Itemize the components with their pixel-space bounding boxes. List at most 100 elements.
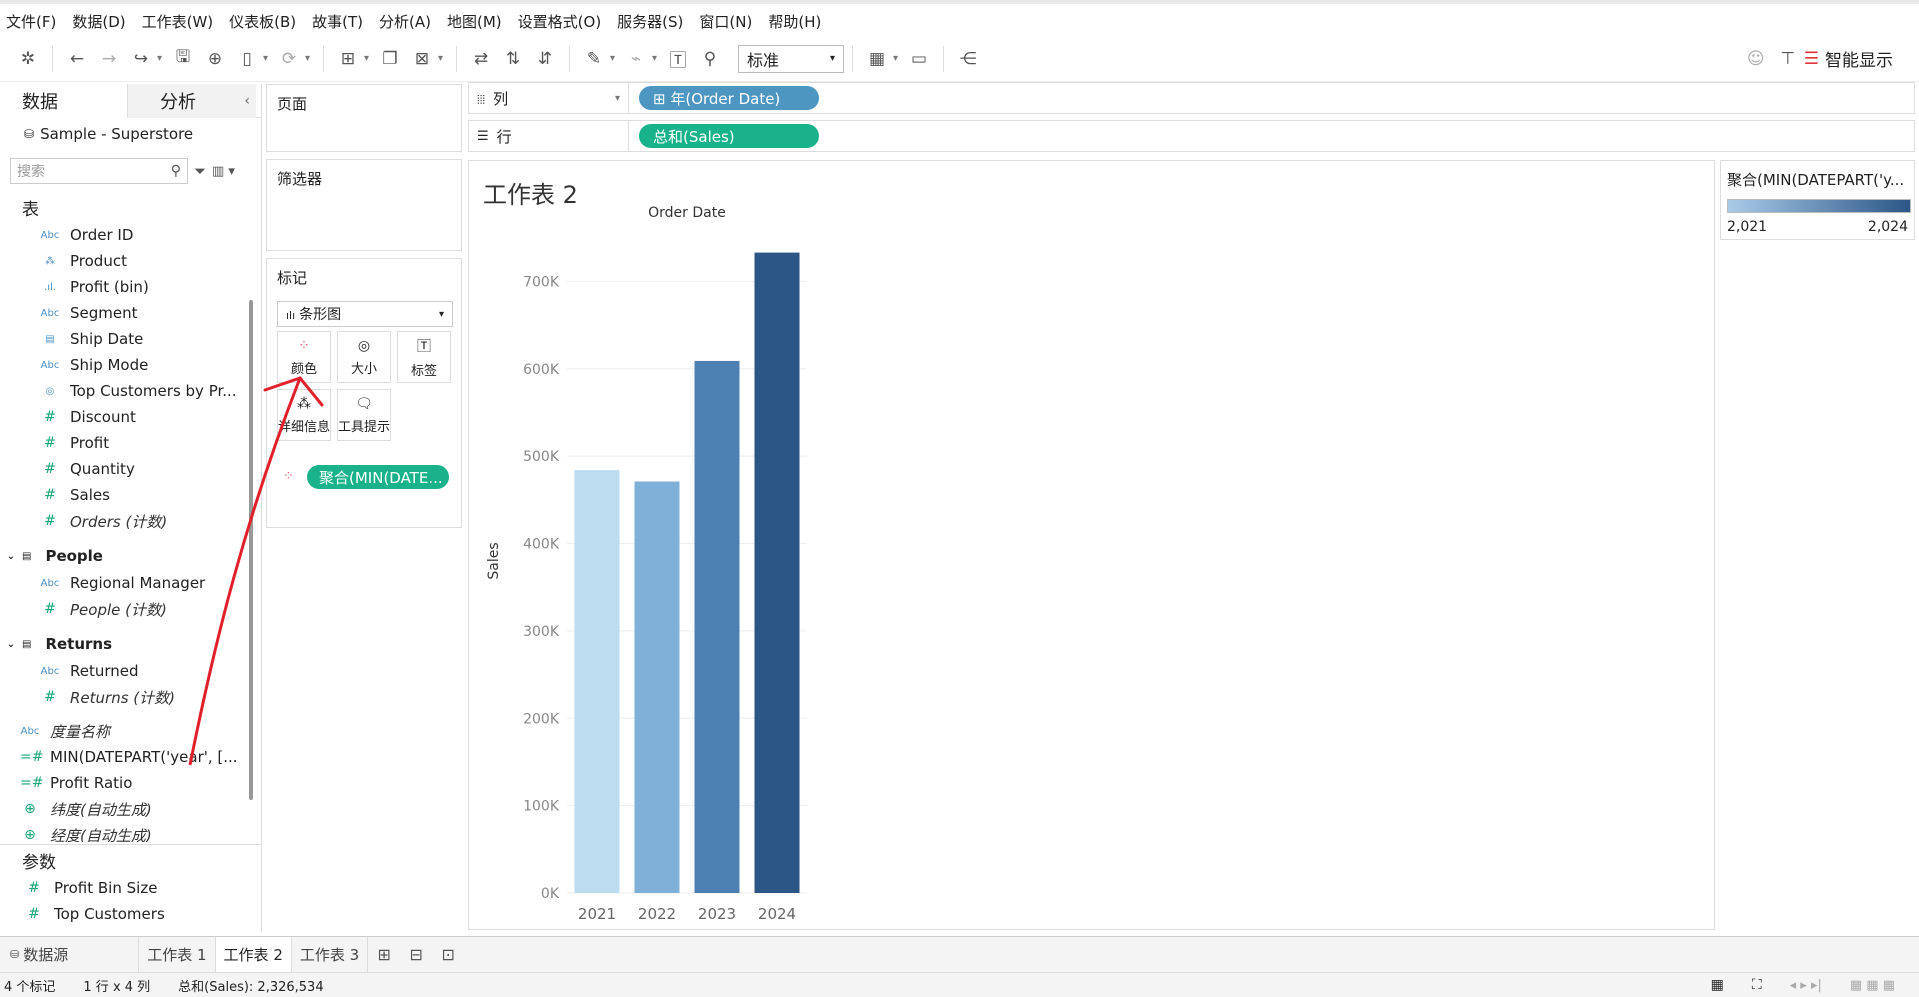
detail-button[interactable]: ⁂ 详细信息: [277, 389, 331, 441]
columns-pill[interactable]: ⊞ 年(Order Date): [639, 86, 819, 110]
chevron-down-icon[interactable]: ▾: [364, 53, 374, 64]
view-options-icon[interactable]: ▥ ▾: [212, 164, 235, 179]
fit-select[interactable]: 标准 ▾: [738, 44, 844, 73]
pin-icon[interactable]: ⚲: [694, 43, 726, 75]
tab-sheet-1[interactable]: 工作表 1: [139, 936, 216, 973]
bar[interactable]: [574, 470, 620, 893]
redo-icon[interactable]: →: [93, 43, 125, 75]
sort-descending-icon[interactable]: ⇵: [529, 43, 561, 75]
columns-shelf[interactable]: ⦙⦙⦙ 列 ▾ ⊞ 年(Order Date): [468, 82, 1915, 114]
chevron-down-icon[interactable]: ▾: [157, 53, 167, 64]
save-icon[interactable]: 🖫: [167, 43, 199, 75]
tab-sheet-2[interactable]: 工作表 2: [215, 936, 292, 973]
menu-window[interactable]: 窗口(N): [699, 11, 752, 32]
group-returns[interactable]: ⌄ ▤ Returns: [0, 630, 248, 658]
chevron-down-icon[interactable]: ▾: [893, 53, 903, 64]
label-button[interactable]: 🅃 标签: [397, 331, 451, 383]
share-icon[interactable]: ⋲: [952, 43, 984, 75]
field-item[interactable]: ⁂ Product: [40, 248, 248, 274]
bar-chart[interactable]: Order Date 0K 100K 200K 300K 400K 500K 600K 700K…: [469, 161, 1716, 931]
menu-analysis[interactable]: 分析(A): [379, 11, 431, 32]
field-item[interactable]: Abc Regional Manager: [40, 570, 248, 596]
replay-icon[interactable]: ↪: [125, 43, 157, 75]
undo-icon[interactable]: ←: [61, 43, 93, 75]
new-sheet-icon[interactable]: ⊞: [368, 937, 400, 973]
bar[interactable]: [634, 481, 680, 893]
chevron-down-icon[interactable]: ▾: [263, 53, 273, 64]
pages-shelf[interactable]: 页面: [266, 84, 462, 152]
chevron-down-icon[interactable]: ⌄: [0, 639, 22, 650]
field-item[interactable]: Abc Returned: [40, 658, 248, 684]
fit-icon[interactable]: ⛶: [1752, 977, 1762, 993]
field-item[interactable]: # Returns (计数): [40, 684, 248, 710]
menu-map[interactable]: 地图(M): [447, 11, 502, 32]
size-button[interactable]: ◎ 大小: [337, 331, 391, 383]
new-worksheet-icon[interactable]: ⊞: [332, 43, 364, 75]
group-people[interactable]: ⌄ ▤ People: [0, 542, 248, 570]
paint-roller-icon[interactable]: ⊤: [1772, 43, 1804, 75]
filters-shelf[interactable]: 筛选器: [266, 159, 462, 251]
sheet-sorter-icon[interactable]: ▦ ▦ ▦: [1850, 978, 1895, 993]
sort-ascending-icon[interactable]: ⇅: [497, 43, 529, 75]
chevron-down-icon[interactable]: ⌄: [0, 551, 22, 562]
field-item[interactable]: # Discount: [40, 404, 248, 430]
swap-icon[interactable]: ⇄: [465, 43, 497, 75]
datasource-icon[interactable]: ▯: [231, 43, 263, 75]
nav-arrows-icon[interactable]: ◂ ▸ ▸|: [1790, 978, 1822, 993]
worksheet-view[interactable]: 工作表 2 Order Date 0K 100K 200K 300K 400K 500K 60…: [468, 160, 1715, 930]
smart-show-button[interactable]: ☰ 智能显示: [1804, 46, 1893, 72]
show-labels-icon[interactable]: 🅃: [662, 43, 694, 75]
grid-view-icon[interactable]: ▦: [1711, 977, 1724, 993]
mark-type-select[interactable]: ılı 条形图 ▾: [277, 301, 453, 327]
field-item[interactable]: Abc Order ID: [40, 222, 248, 248]
data-pane-scrollbar[interactable]: [249, 300, 253, 800]
chevron-down-icon[interactable]: ▾: [438, 53, 448, 64]
field-item[interactable]: ⊕ 纬度(自动生成): [20, 796, 248, 822]
rows-shelf[interactable]: ☰ 行 总和(Sales): [468, 120, 1915, 152]
color-button[interactable]: ⁘ 颜色: [277, 331, 331, 383]
field-item[interactable]: Abc Segment: [40, 300, 248, 326]
tab-analysis[interactable]: 分析 ‹: [128, 84, 256, 118]
group-icon[interactable]: ⌁: [620, 43, 652, 75]
bar[interactable]: [694, 360, 740, 893]
new-datasource-icon[interactable]: ⊕: [199, 43, 231, 75]
field-item[interactable]: Abc Ship Mode: [40, 352, 248, 378]
field-item[interactable]: # Orders (计数): [40, 508, 248, 534]
menu-format[interactable]: 设置格式(O): [518, 11, 602, 32]
rows-pill[interactable]: 总和(Sales): [639, 124, 819, 148]
new-story-icon[interactable]: ⊡: [432, 937, 464, 973]
menu-help[interactable]: 帮助(H): [768, 11, 821, 32]
menu-dashboard[interactable]: 仪表板(B): [229, 11, 296, 32]
datasource-item[interactable]: ⛁ Sample - Superstore: [0, 118, 261, 150]
tableau-logo-icon[interactable]: ✲: [12, 43, 44, 75]
chevron-down-icon[interactable]: ▾: [610, 53, 620, 64]
field-item[interactable]: # Quantity: [40, 456, 248, 482]
field-item[interactable]: Abc 度量名称: [20, 718, 248, 744]
show-cards-icon[interactable]: ▦: [861, 43, 893, 75]
menu-server[interactable]: 服务器(S): [617, 11, 683, 32]
presentation-icon[interactable]: ▭: [903, 43, 935, 75]
new-dashboard-icon[interactable]: ⊟: [400, 937, 432, 973]
tooltip-button[interactable]: 🗨 工具提示: [337, 389, 391, 441]
field-item[interactable]: ⊕ 经度(自动生成): [20, 822, 248, 843]
search-input[interactable]: 搜索 ⚲: [10, 158, 188, 184]
collapse-pane-icon[interactable]: ‹: [244, 93, 250, 109]
chevron-down-icon[interactable]: ▾: [615, 93, 620, 104]
color-field-pill[interactable]: 聚合(MIN(DATE...: [307, 465, 449, 489]
color-legend[interactable]: 聚合(MIN(DATEPART('y... 2,021 2,024: [1720, 160, 1915, 240]
chevron-down-icon[interactable]: ▾: [305, 53, 315, 64]
field-item[interactable]: # Profit: [40, 430, 248, 456]
tab-sheet-3[interactable]: 工作表 3: [292, 936, 369, 973]
duplicate-icon[interactable]: ❐: [374, 43, 406, 75]
field-item[interactable]: ▤ Ship Date: [40, 326, 248, 352]
menu-data[interactable]: 数据(D): [72, 11, 125, 32]
clear-sheet-icon[interactable]: ⊠: [406, 43, 438, 75]
field-item[interactable]: # People (计数): [40, 596, 248, 622]
tab-datasource[interactable]: ⛁ 数据源: [0, 936, 140, 973]
field-item[interactable]: ◎ Top Customers by Pr...: [40, 378, 248, 404]
filter-icon[interactable]: ⏷: [194, 162, 206, 180]
field-item[interactable]: # Top Customers: [24, 901, 261, 927]
refresh-icon[interactable]: ⟳: [273, 43, 305, 75]
bar[interactable]: [754, 252, 800, 893]
menu-file[interactable]: 文件(F): [6, 11, 56, 32]
